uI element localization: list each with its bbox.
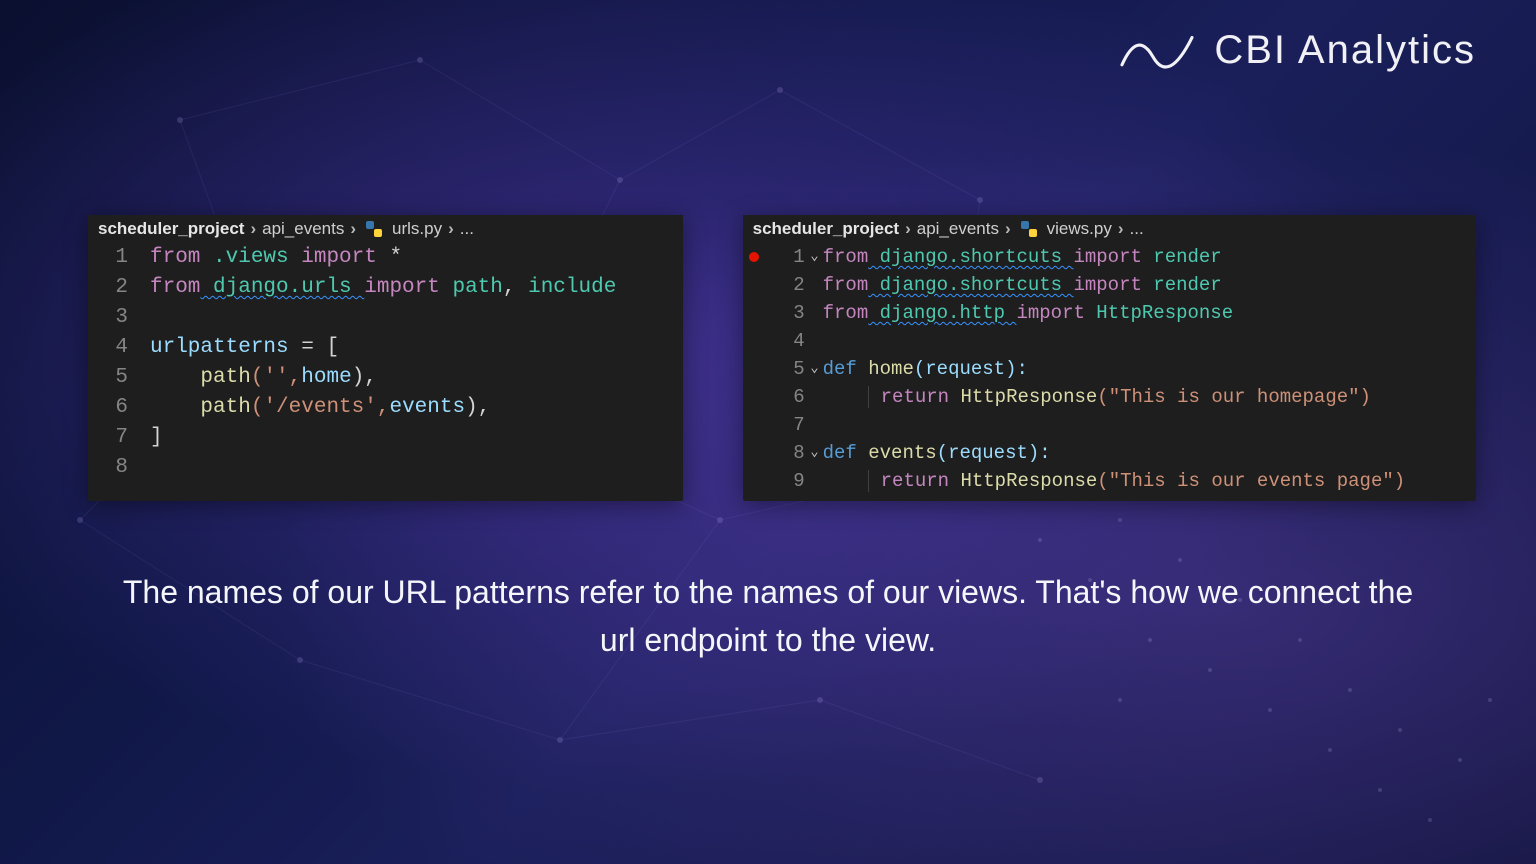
chevron-down-icon: ⌄ [810,242,818,270]
brand-mark-icon [1118,22,1196,78]
code-line [815,411,1476,439]
code-line: from django.shortcuts import render [815,271,1476,299]
line-number: 5 [88,363,142,393]
editor-views: scheduler_project › api_events › views.p… [743,215,1476,501]
chevron-right-icon: › [448,219,454,239]
code-line: path('',home), [142,363,683,393]
chevron-right-icon: › [250,219,256,239]
code-line: path('/events',events), [142,393,683,423]
code-line: def events(request): [815,439,1476,467]
crumb-file: views.py [1047,219,1112,239]
crumb-more: ... [1130,219,1144,239]
indent-guide-icon [868,470,869,492]
line-number: 8 [88,453,142,483]
crumb-file: urls.py [392,219,442,239]
crumb-more: ... [460,219,474,239]
code-line: from django.http import HttpResponse [815,299,1476,327]
line-number: 2 [88,273,142,303]
line-number: 3 [743,299,815,327]
line-number: 7 [88,423,142,453]
crumb-project: scheduler_project [98,219,244,239]
line-number: 1⌄ [743,243,815,271]
code-line: return HttpResponse("This is our events … [815,467,1476,495]
chevron-right-icon: › [905,219,911,239]
code-block: 1⌄ from django.shortcuts import render 2… [743,243,1476,501]
code-line: def home(request): [815,355,1476,383]
python-file-icon [366,221,382,237]
code-line: ] [142,423,683,453]
line-number: 3 [88,303,142,333]
line-number: 6 [743,383,815,411]
chevron-right-icon: › [1005,219,1011,239]
brand-name: CBI Analytics [1214,28,1476,73]
chevron-down-icon: ⌄ [810,438,818,466]
breakpoint-icon [749,252,759,262]
editor-panels: scheduler_project › api_events › urls.py… [88,215,1476,501]
chevron-right-icon: › [1118,219,1124,239]
line-number: 4 [88,333,142,363]
breadcrumb: scheduler_project › api_events › urls.py… [88,215,683,243]
editor-urls: scheduler_project › api_events › urls.py… [88,215,683,501]
breadcrumb: scheduler_project › api_events › views.p… [743,215,1476,243]
line-number: 7 [743,411,815,439]
code-line: return HttpResponse("This is our homepag… [815,383,1476,411]
code-line [815,327,1476,355]
line-number: 6 [88,393,142,423]
line-number: 8⌄ [743,439,815,467]
line-number: 2 [743,271,815,299]
line-number: 4 [743,327,815,355]
code-line [142,453,683,483]
code-block: 1 from .views import * 2 from django.url… [88,243,683,489]
code-line: from django.urls import path, include [142,273,683,303]
code-line: from django.shortcuts import render [815,243,1476,271]
code-line: urlpatterns = [ [142,333,683,363]
chevron-right-icon: › [350,219,356,239]
crumb-app: api_events [262,219,344,239]
chevron-down-icon: ⌄ [810,354,818,382]
brand-logo: CBI Analytics [1118,22,1476,78]
crumb-project: scheduler_project [753,219,899,239]
indent-guide-icon [868,386,869,408]
line-number: 5⌄ [743,355,815,383]
crumb-app: api_events [917,219,999,239]
line-number: 9 [743,467,815,495]
line-number: 1 [88,243,142,273]
code-line [142,303,683,333]
python-file-icon [1021,221,1037,237]
slide-caption: The names of our URL patterns refer to t… [0,568,1536,664]
code-line: from .views import * [142,243,683,273]
